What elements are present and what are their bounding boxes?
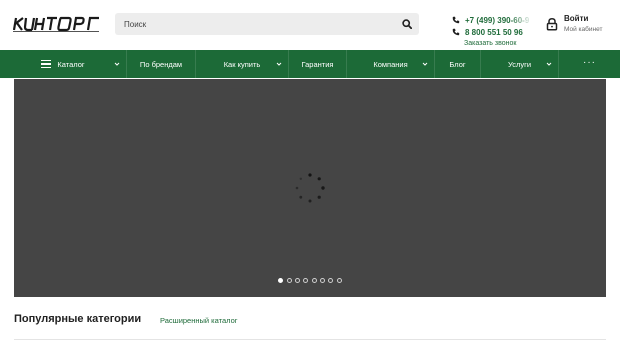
- nav-item-label: Каталог: [57, 59, 85, 69]
- phone-row: +7 (499) 390-60-9: [452, 14, 532, 26]
- nav-item-label: Компания: [373, 59, 408, 69]
- slider-dot[interactable]: [294, 278, 300, 283]
- slider-dot[interactable]: [286, 278, 292, 283]
- nav-item-label: Как купить: [223, 59, 261, 69]
- contact-phones: +7 (499) 390-60-9 8 800 551 50 96 Заказа…: [452, 14, 532, 47]
- phone-number[interactable]: +7 (499) 390-60-9: [465, 16, 529, 25]
- loading-spinner-icon: [295, 173, 325, 203]
- phone-number[interactable]: 8 800 551 50 96: [465, 28, 523, 37]
- slider-dot[interactable]: [311, 278, 317, 283]
- slider-dot[interactable]: [336, 278, 342, 283]
- hamburger-icon: [41, 60, 52, 68]
- chevron-down-icon: [114, 62, 120, 66]
- site-logo[interactable]: [12, 15, 102, 33]
- chevron-down-icon: [422, 62, 428, 66]
- login-label[interactable]: Войти: [564, 14, 588, 23]
- nav-item-more[interactable]: ···: [559, 50, 620, 78]
- search-icon: [402, 19, 412, 29]
- slider-dot[interactable]: [328, 278, 334, 283]
- main-nav: Каталог По брендам Как купить Гарантия К…: [0, 50, 620, 78]
- divider: [14, 339, 606, 340]
- slider-dot[interactable]: [278, 278, 284, 283]
- slider-dot[interactable]: [303, 278, 309, 283]
- chevron-down-icon: [546, 62, 552, 66]
- search-bar: [115, 13, 419, 35]
- more-icon: ···: [583, 56, 596, 68]
- nav-item-company[interactable]: Компания: [347, 50, 435, 78]
- phone-icon: [452, 27, 462, 37]
- nav-item-blog[interactable]: Блог: [435, 50, 481, 78]
- nav-item-warranty[interactable]: Гарантия: [289, 50, 347, 78]
- header: +7 (499) 390-60-9 8 800 551 50 96 Заказа…: [0, 0, 620, 50]
- nav-item-label: По брендам: [139, 59, 183, 69]
- nav-item-label: Гарантия: [301, 59, 334, 69]
- popular-categories-title: Популярные категории: [14, 313, 142, 325]
- phone-row: 8 800 551 50 96: [452, 26, 532, 38]
- search-input[interactable]: [115, 13, 395, 35]
- extended-catalog-link[interactable]: Расширенный каталог: [160, 316, 238, 325]
- nav-item-brands[interactable]: По брендам: [127, 50, 196, 78]
- nav-item-how-to-buy[interactable]: Как купить: [196, 50, 289, 78]
- nav-item-label: Услуги: [507, 59, 532, 69]
- cabinet-label[interactable]: Мой кабинет: [564, 26, 602, 33]
- account-login[interactable]: Войти Мой кабинет: [545, 14, 615, 38]
- search-button[interactable]: [399, 16, 415, 32]
- nav-item-services[interactable]: Услуги: [481, 50, 559, 78]
- slider-dot[interactable]: [320, 278, 326, 283]
- phone-icon: [452, 15, 462, 25]
- lock-icon: [546, 18, 558, 31]
- slider-pagination: [0, 278, 620, 286]
- nav-item-catalog[interactable]: Каталог: [0, 50, 127, 78]
- nav-item-label: Блог: [449, 59, 466, 69]
- chevron-down-icon: [276, 62, 282, 66]
- callback-link[interactable]: Заказать звонок: [464, 40, 532, 47]
